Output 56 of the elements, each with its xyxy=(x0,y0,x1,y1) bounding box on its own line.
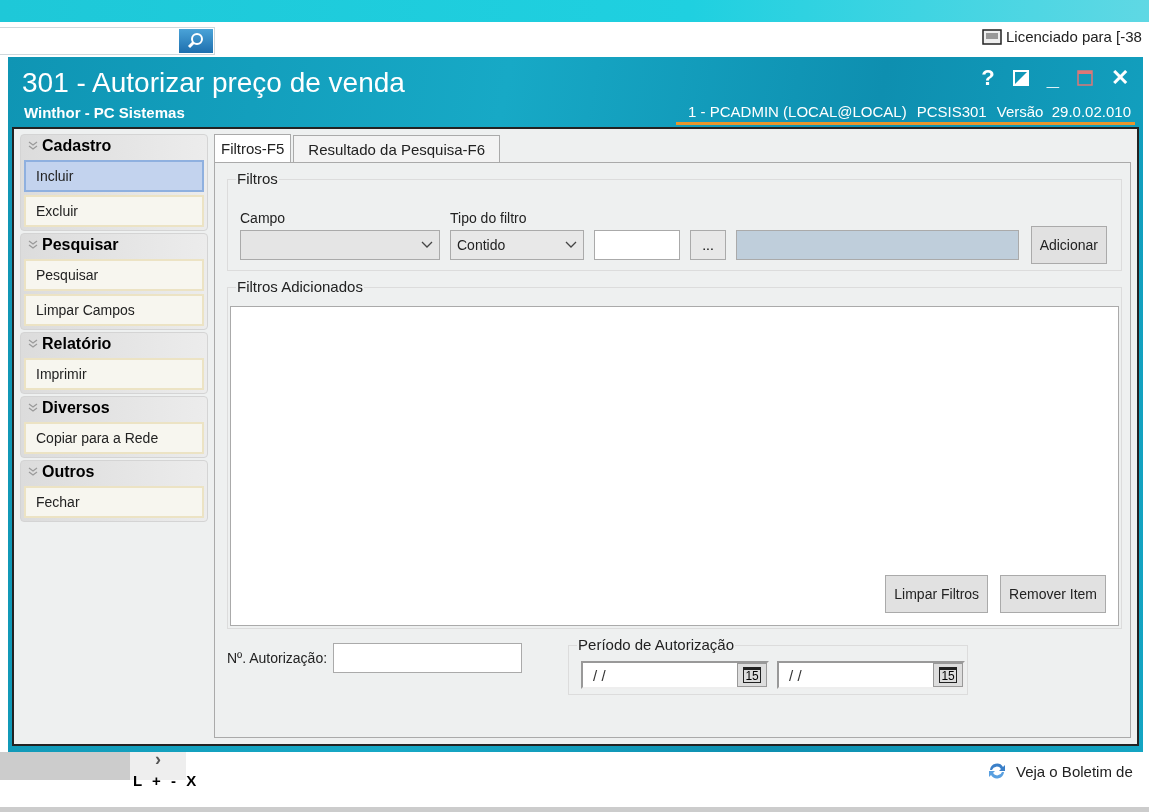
chevron-down-icon[interactable] xyxy=(28,467,38,477)
restore-icon[interactable] xyxy=(1012,70,1029,86)
date-value: / / xyxy=(593,666,606,684)
lookup-button[interactable]: ... xyxy=(690,230,726,260)
chevron-down-icon[interactable] xyxy=(28,403,38,413)
search-icon xyxy=(187,32,205,50)
sidebar-group-title: Diversos xyxy=(42,399,110,417)
add-button[interactable]: Adicionar xyxy=(1030,226,1107,264)
search-button[interactable] xyxy=(179,29,213,53)
chevron-down-icon xyxy=(565,241,577,249)
version-text: Versão 29.0.02.010 xyxy=(996,103,1131,120)
window-subtitle: Winthor - PC Sistemas xyxy=(24,104,185,121)
value-field[interactable] xyxy=(594,230,680,260)
calendar-button[interactable]: 15 xyxy=(737,663,768,687)
chevron-down-icon[interactable] xyxy=(28,141,38,151)
sidebar-group-title: Outros xyxy=(42,463,95,481)
dropdown-value: Contido xyxy=(457,237,506,253)
sidebar-item[interactable]: Pesquisar xyxy=(24,259,204,291)
chevron-down-icon[interactable] xyxy=(28,339,38,349)
sidebar-item[interactable]: Excluir xyxy=(24,195,204,227)
sidebar-group-title: Cadastro xyxy=(42,137,112,155)
program-code: PCSIS301 xyxy=(916,103,987,120)
window-title: 301 - Autorizar preço de venda xyxy=(22,67,405,99)
search-field[interactable] xyxy=(0,27,215,55)
sidebar-item[interactable]: Imprimir xyxy=(24,358,204,390)
sidebar-item[interactable]: Limpar Campos xyxy=(24,294,204,326)
sidebar-item[interactable]: Incluir xyxy=(24,160,204,192)
date-value: / / xyxy=(789,666,802,684)
field-dropdown[interactable] xyxy=(240,230,440,260)
sidebar-group-title: Pesquisar xyxy=(42,236,119,254)
sidebar-group-title: Relatório xyxy=(42,335,112,353)
license-text: Licenciado para [-38 xyxy=(1006,28,1142,45)
field-label: Campo xyxy=(240,210,287,226)
group-title: Filtros xyxy=(236,170,279,187)
date-field[interactable]: / / 15 xyxy=(777,661,966,689)
session-text: 1 - PCADMIN (LOCAL@LOCAL) xyxy=(688,103,907,120)
chevron-down-icon[interactable] xyxy=(28,240,38,250)
news-link[interactable]: Veja o Boletim de xyxy=(1016,762,1133,780)
chevron-down-icon xyxy=(421,241,433,249)
group-title: Filtros Adicionados xyxy=(236,278,364,295)
filter-type-dropdown[interactable]: Contido xyxy=(450,230,584,260)
action-button[interactable]: Remover Item xyxy=(1000,575,1106,613)
authorization-field[interactable] xyxy=(333,643,523,673)
certificate-icon xyxy=(982,28,1002,45)
date-field[interactable]: / / 15 xyxy=(581,661,770,689)
maximize-icon[interactable] xyxy=(1077,70,1093,86)
sidebar-item[interactable]: Copiar para a Rede xyxy=(24,422,204,454)
tab[interactable]: Resultado da Pesquisa-F6 xyxy=(293,135,501,162)
authorization-label: Nº. Autorização: xyxy=(227,650,328,666)
calendar-button[interactable]: 15 xyxy=(933,663,964,687)
tab[interactable]: Filtros-F5 xyxy=(214,134,292,162)
sidebar-item[interactable]: Fechar xyxy=(24,486,204,518)
group-title: Período de Autorização xyxy=(577,636,735,653)
action-button[interactable]: Limpar Filtros xyxy=(885,575,989,613)
field-label: Tipo do filtro xyxy=(450,210,528,226)
help-button[interactable]: ? xyxy=(981,65,995,91)
